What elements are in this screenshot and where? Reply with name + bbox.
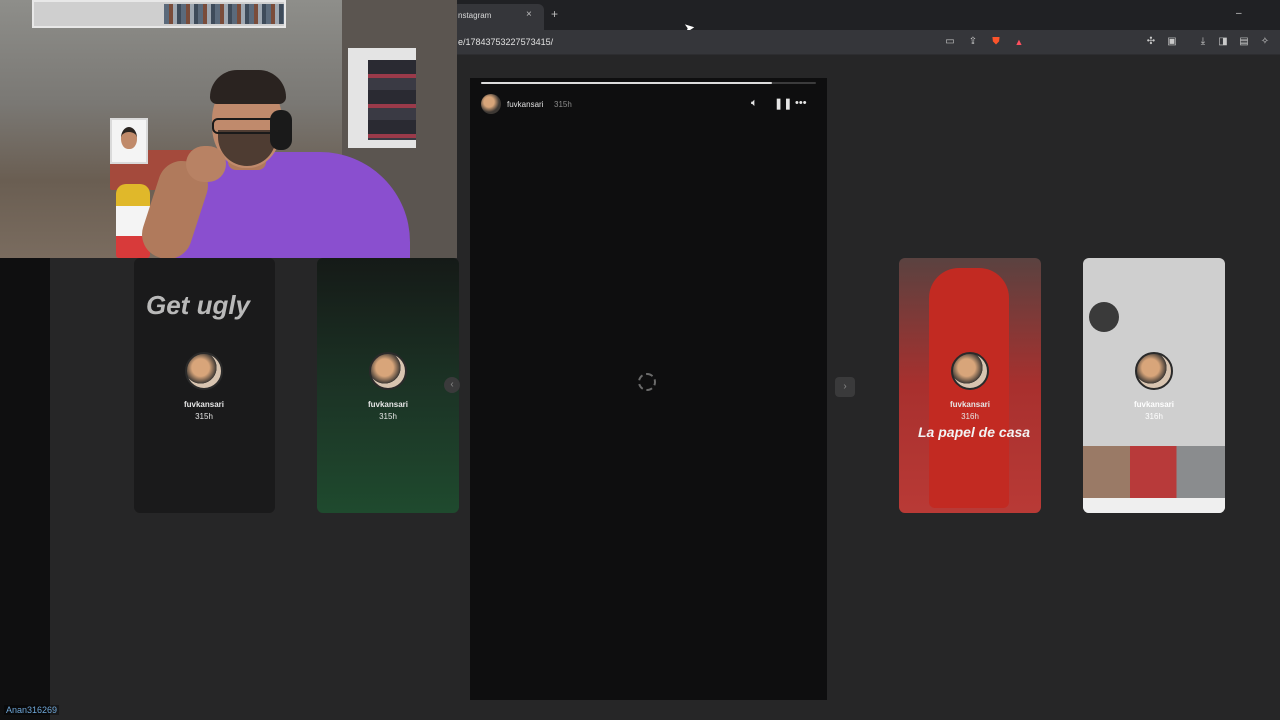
wallet-icon[interactable]: ▤ <box>1238 36 1250 48</box>
story-time: 316h <box>1145 412 1163 421</box>
headphones <box>270 110 292 150</box>
cabinet-shelf <box>368 60 416 140</box>
story-username: fuvkansari <box>1133 400 1175 409</box>
webcam-overlay <box>0 0 457 258</box>
progress-bar <box>481 82 816 84</box>
books <box>164 4 284 24</box>
volume-icon[interactable]: 🔈︎ <box>751 97 758 110</box>
story-card[interactable]: fuvkansari 316h <box>1083 258 1225 513</box>
avatar <box>951 352 989 390</box>
reading-list-icon[interactable]: ▣ <box>1166 36 1178 48</box>
post-grid <box>1083 446 1225 498</box>
photo-face <box>121 127 137 149</box>
new-tab-button[interactable]: + <box>551 7 558 21</box>
loading-spinner-icon <box>638 373 656 391</box>
story-time: 315h <box>195 412 213 421</box>
pause-icon[interactable]: ❚❚ <box>774 97 792 110</box>
person-hand <box>186 146 226 182</box>
story-card[interactable]: fuvkansari 315h <box>317 258 459 513</box>
minimize-button[interactable]: – <box>1236 8 1242 19</box>
sidebar-icon[interactable]: ◨ <box>1217 36 1229 48</box>
extensions-icon[interactable]: ✣ <box>1145 36 1157 48</box>
progress-fill <box>481 82 773 84</box>
story-username: fuvkansari <box>949 400 991 409</box>
story-card[interactable]: fuvkansari 316h La papel de casa <box>899 258 1041 513</box>
download-icon[interactable]: ⤓ <box>1197 36 1209 48</box>
story-time: 315h <box>554 100 572 109</box>
story-username: fuvkansari <box>183 400 225 409</box>
story-caption: La papel de casa <box>918 424 1031 440</box>
close-tab-icon[interactable]: × <box>526 9 532 20</box>
person-hair <box>210 70 286 104</box>
address-bar[interactable]: e/17843753227573415/ <box>458 37 553 47</box>
previous-story-button[interactable]: ‹ <box>444 377 460 393</box>
cast-icon[interactable]: ▭ <box>944 36 956 48</box>
bottom-nav <box>1083 498 1225 513</box>
story-header: fuvkansari 315h 🔈︎ ❚❚ ••• <box>470 88 827 120</box>
story-time: 316h <box>961 412 979 421</box>
left-dark-strip <box>0 258 50 720</box>
tab-title: nstagram <box>458 11 492 20</box>
share-icon[interactable]: ⇪ <box>967 36 979 48</box>
story-username[interactable]: fuvkansari <box>507 100 543 109</box>
glasses <box>212 118 276 134</box>
story-time: 315h <box>379 412 397 421</box>
profile-picture <box>1089 302 1119 332</box>
leo-icon[interactable]: ✧ <box>1259 36 1271 48</box>
next-story-button[interactable]: › <box>835 377 855 397</box>
story-card[interactable]: Get ugly fuvkansari 315h <box>134 258 275 513</box>
story-username: fuvkansari <box>367 400 409 409</box>
stream-watermark: Anan316269 <box>4 705 60 715</box>
wall-shelf <box>32 0 286 28</box>
screen: nstagram × + – ➤ e/17843753227573415/ ▭ … <box>0 0 1280 720</box>
more-options-icon[interactable]: ••• <box>795 97 807 109</box>
avatar[interactable] <box>481 94 501 114</box>
avatar <box>1135 352 1173 390</box>
photo-frame <box>110 118 148 164</box>
brave-rewards-icon[interactable]: ▲ <box>1013 36 1025 48</box>
story-headline: Get ugly <box>146 290 251 320</box>
brave-shields-icon[interactable]: ⛊ <box>990 36 1002 48</box>
avatar <box>369 352 407 390</box>
avatar <box>185 352 223 390</box>
